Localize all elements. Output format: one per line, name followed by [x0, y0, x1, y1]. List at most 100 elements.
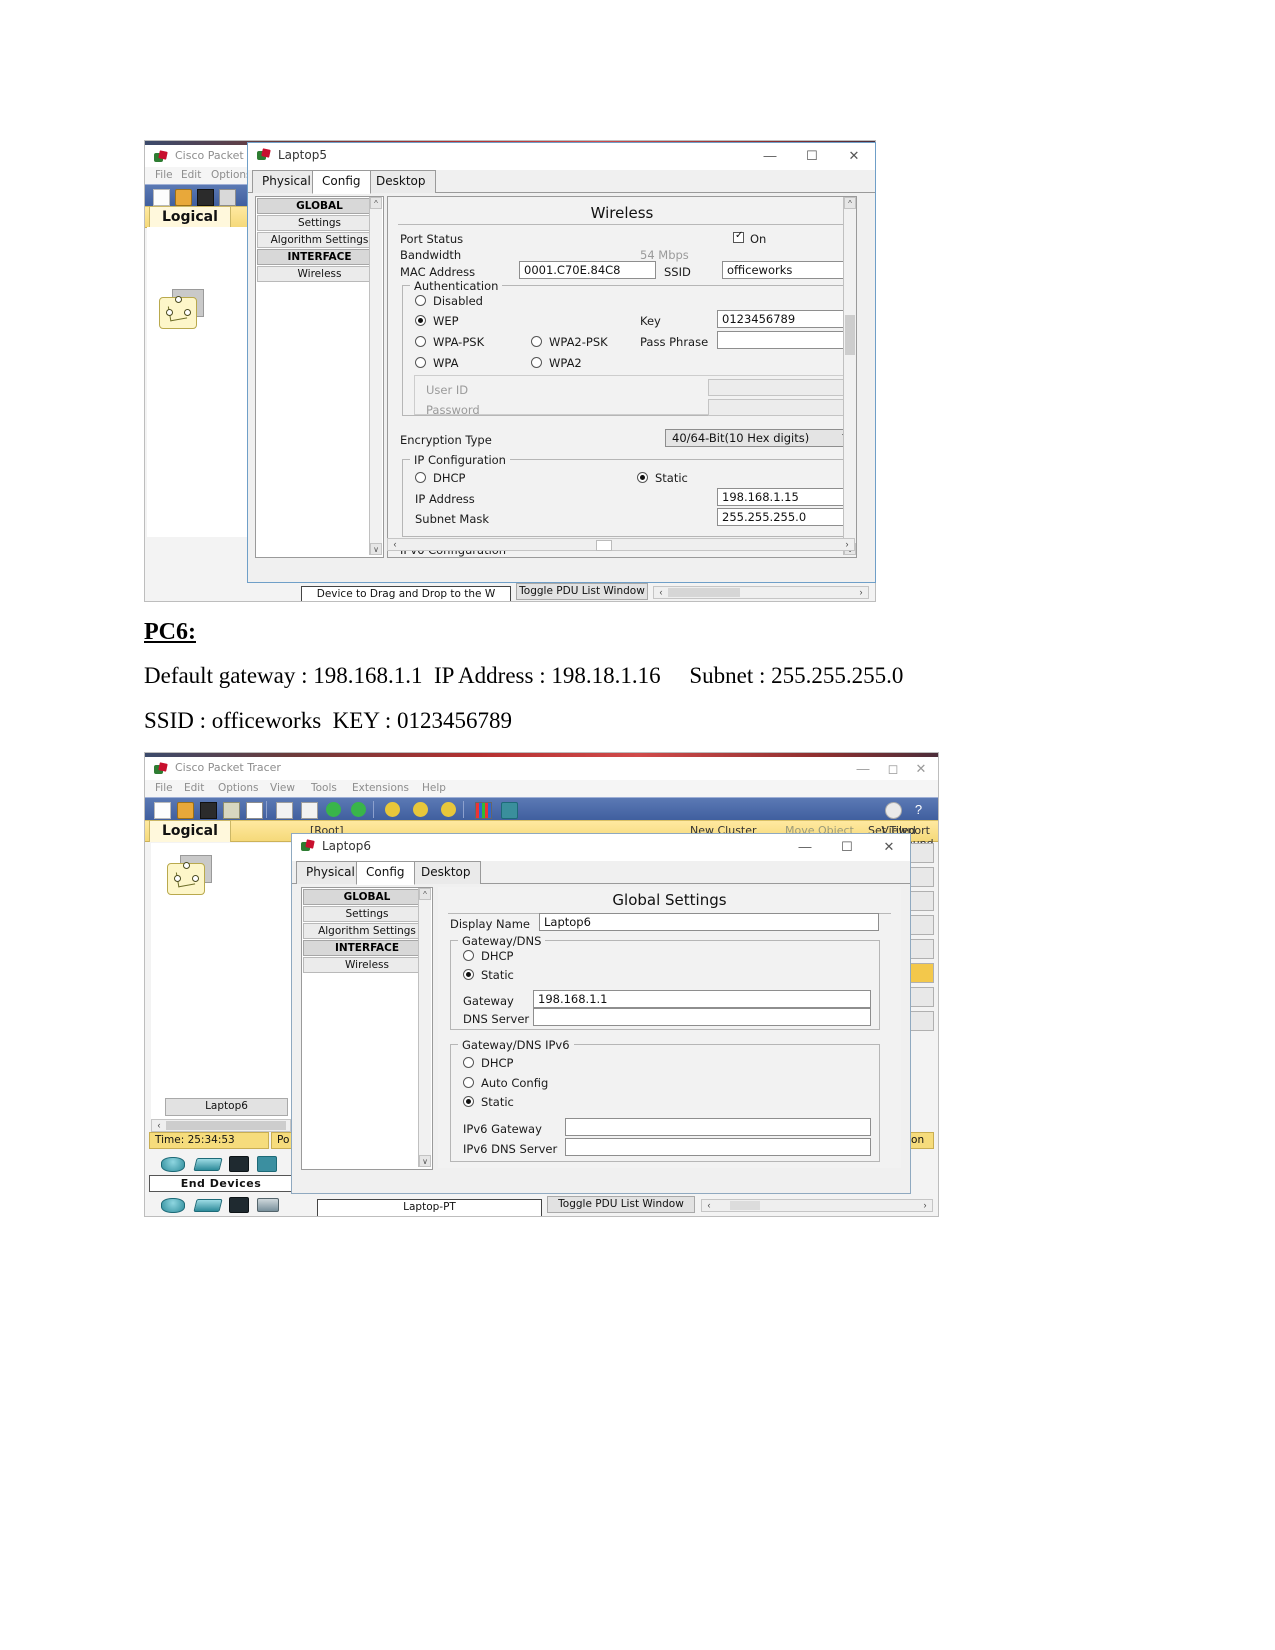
- menu-edit-1[interactable]: Edit: [181, 169, 201, 181]
- mac-address-field[interactable]: 0001.C70E.84C8: [519, 261, 656, 279]
- auth-wpa2-psk-radio[interactable]: [531, 336, 542, 347]
- menu-extensions-2[interactable]: Extensions: [352, 782, 409, 794]
- laptop6-close-button[interactable]: ✕: [876, 838, 902, 856]
- nav-settings-5[interactable]: Settings: [257, 215, 382, 231]
- right-tool-6[interactable]: [908, 963, 934, 983]
- menu-edit-2[interactable]: Edit: [184, 782, 204, 794]
- menu-file-2[interactable]: File: [155, 782, 173, 794]
- laptop6-titlebar[interactable]: Laptop6 — ☐ ✕: [292, 834, 910, 862]
- help-icon-2[interactable]: ?: [911, 802, 926, 817]
- pass-phrase-field[interactable]: [717, 331, 855, 349]
- new-file-icon-1[interactable]: [153, 189, 170, 206]
- copy-icon-2[interactable]: [276, 802, 293, 819]
- tab-physical-5[interactable]: Physical: [252, 170, 321, 193]
- zoom-reset-icon-2[interactable]: [413, 802, 428, 817]
- menu-options-1[interactable]: Options: [211, 169, 252, 181]
- pdu-hscrollbar-1[interactable]: ‹ ›: [653, 586, 869, 599]
- nav-wireless-6[interactable]: Wireless: [303, 957, 431, 973]
- pdu-scroll-left-arrow-1[interactable]: ‹: [655, 587, 667, 598]
- pdu-scroll-thumb-2[interactable]: [730, 1201, 760, 1210]
- laptop5-minimize-button[interactable]: —: [757, 147, 783, 165]
- right-tool-4[interactable]: [908, 915, 934, 935]
- new-file-icon-2[interactable]: [154, 802, 171, 819]
- nav-settings-6[interactable]: Settings: [303, 906, 431, 922]
- pt-close-button-2[interactable]: ✕: [908, 760, 934, 778]
- panel-scroll-right-arrow-5[interactable]: ›: [841, 539, 853, 550]
- router-device-icon-4[interactable]: [161, 1198, 185, 1213]
- zoom-in-icon-2[interactable]: [385, 802, 400, 817]
- nav-scroll-up-arrow-5[interactable]: ^: [370, 197, 382, 209]
- pc-device-icon-2[interactable]: [257, 1156, 277, 1172]
- canvas-hscrollbar-2[interactable]: ‹: [151, 1119, 291, 1132]
- palette-icon-2[interactable]: [475, 802, 492, 819]
- workspace-tab-logical-1[interactable]: Logical: [149, 206, 231, 228]
- redo-icon-2[interactable]: [351, 802, 366, 817]
- auth-wpa2-radio[interactable]: [531, 357, 542, 368]
- ip-address-field[interactable]: 198.168.1.15: [717, 488, 855, 506]
- edit-icon-2[interactable]: [246, 802, 263, 819]
- undo-icon-2[interactable]: [326, 802, 341, 817]
- menu-help-2[interactable]: Help: [422, 782, 446, 794]
- logical-canvas-1[interactable]: [147, 227, 257, 537]
- nav-scroll-up-arrow-6[interactable]: ^: [419, 888, 431, 900]
- display-name-field[interactable]: Laptop6: [539, 913, 879, 931]
- panel-scroll-left-arrow-5[interactable]: ‹: [389, 539, 401, 550]
- nav-scroll-down-arrow-5[interactable]: ∨: [370, 543, 382, 555]
- laptop6-minimize-button[interactable]: —: [792, 838, 818, 856]
- network-cloud-node-2[interactable]: [167, 855, 212, 895]
- right-tool-5[interactable]: [908, 939, 934, 959]
- laptop6-canvas-button[interactable]: Laptop6: [165, 1098, 288, 1116]
- nav-scroll-down-arrow-6[interactable]: ∨: [419, 1155, 431, 1167]
- save-icon-1[interactable]: [197, 189, 214, 206]
- laptop5-titlebar[interactable]: Laptop5 — ☐ ✕: [248, 143, 875, 171]
- key-field[interactable]: 0123456789: [717, 310, 855, 328]
- auth-wpa-psk-radio[interactable]: [415, 336, 426, 347]
- scroll-thumb-2[interactable]: [166, 1121, 286, 1130]
- pt-maximize-button-2[interactable]: ◻: [880, 760, 906, 778]
- server-device-icon-2[interactable]: [229, 1156, 249, 1172]
- ipv6-gateway-field[interactable]: [565, 1118, 871, 1136]
- gateway-field[interactable]: 198.168.1.1: [533, 990, 871, 1008]
- paste-icon-2[interactable]: [301, 802, 318, 819]
- menu-file-1[interactable]: File: [155, 169, 173, 181]
- dns-server-field[interactable]: [533, 1008, 871, 1026]
- panel-scroll-up-arrow-5[interactable]: ^: [844, 197, 856, 209]
- wireless-panel-hscrollbar[interactable]: ‹ ›: [387, 538, 855, 551]
- gw-static-radio[interactable]: [463, 969, 474, 980]
- open-folder-icon-1[interactable]: [175, 189, 192, 206]
- router-device-icon-3[interactable]: [161, 1157, 185, 1172]
- tab-physical-6[interactable]: Physical: [296, 861, 365, 884]
- gw6-dhcp-radio[interactable]: [463, 1057, 474, 1068]
- tab-config-5[interactable]: Config: [312, 170, 371, 194]
- nav-algorithm-settings-5[interactable]: Algorithm Settings: [257, 232, 382, 248]
- info-icon-2[interactable]: [885, 802, 902, 819]
- pdu-scroll-right-arrow-1[interactable]: ›: [855, 587, 867, 598]
- print-icon-1[interactable]: [219, 189, 236, 206]
- ipv6-dns-server-field[interactable]: [565, 1138, 871, 1156]
- pdu-scroll-right-arrow-2[interactable]: ›: [919, 1200, 931, 1211]
- laptop5-nav-vscrollbar[interactable]: ^ ∨: [369, 197, 382, 555]
- subnet-mask-field[interactable]: 255.255.255.0: [717, 508, 855, 526]
- pdu-hscrollbar-2[interactable]: ‹ ›: [701, 1199, 933, 1212]
- right-tool-2[interactable]: [908, 867, 934, 887]
- scroll-left-arrow-2[interactable]: ‹: [153, 1120, 165, 1131]
- zoom-out-icon-2[interactable]: [441, 802, 456, 817]
- panel-scroll-thumb-5[interactable]: [845, 315, 855, 355]
- port-status-checkbox[interactable]: [733, 230, 744, 243]
- wireless-panel-vscrollbar[interactable]: ^ ∨: [843, 197, 856, 555]
- tab-desktop-6[interactable]: Desktop: [411, 861, 481, 884]
- nav-wireless-5[interactable]: Wireless: [257, 266, 382, 282]
- right-tool-3[interactable]: [908, 891, 934, 911]
- gw6-auto-config-radio[interactable]: [463, 1077, 474, 1088]
- laptop6-maximize-button[interactable]: ☐: [834, 838, 860, 856]
- nav-algorithm-settings-6[interactable]: Algorithm Settings: [303, 923, 431, 939]
- save-icon-2[interactable]: [200, 802, 217, 819]
- menu-options-2[interactable]: Options: [218, 782, 259, 794]
- server-device-icon-3[interactable]: [229, 1197, 249, 1213]
- open-folder-icon-2[interactable]: [177, 802, 194, 819]
- right-tool-1[interactable]: [908, 843, 934, 863]
- custom-device-icon-2[interactable]: [501, 802, 518, 819]
- workspace-tab-logical-2[interactable]: Logical: [149, 820, 231, 842]
- laptop5-close-button[interactable]: ✕: [841, 147, 867, 165]
- pt-minimize-button-2[interactable]: —: [850, 760, 876, 778]
